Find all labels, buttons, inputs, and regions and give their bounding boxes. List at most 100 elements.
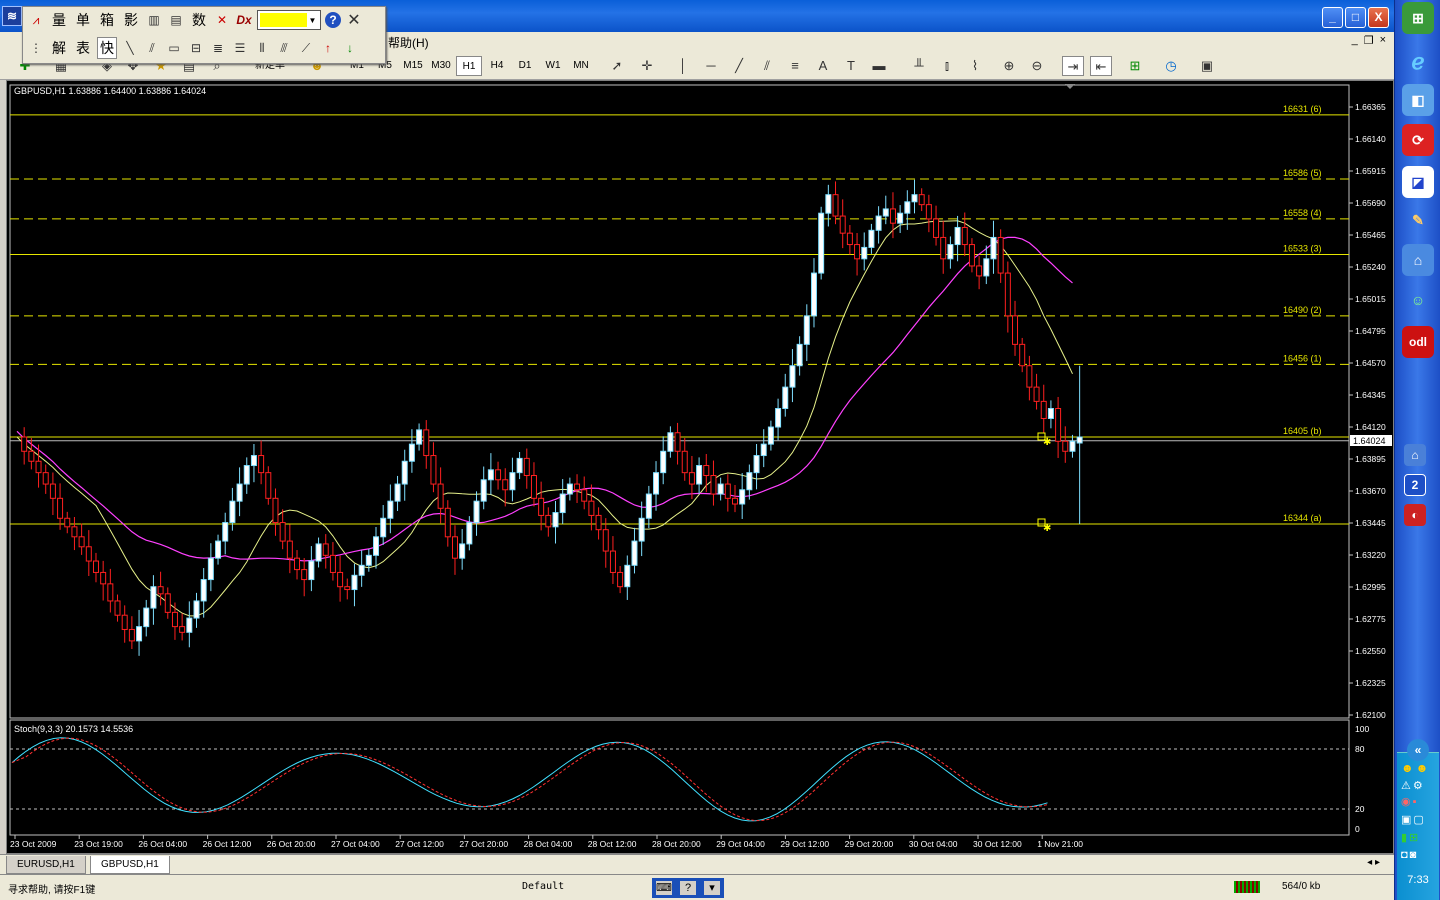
app5-icon[interactable]: ✎ [1402,204,1434,236]
stoch-scale-label: 100 [1355,724,1369,734]
msn-icon[interactable]: ☺ [1402,284,1434,316]
mdi-minimize-button[interactable]: _ [1352,34,1358,47]
arrow-down-icon[interactable]: ↓ [341,39,359,57]
chart-shift-icon[interactable]: ⇤ [1090,56,1112,76]
rect-icon[interactable]: ▭ [165,39,183,57]
candle-body [846,232,853,246]
tf-h4[interactable]: H4 [484,56,510,76]
line-chart-icon[interactable]: ⌇ [964,56,986,76]
mdi-close-button[interactable]: × [1380,34,1386,47]
level-label: 16631 (6) [1283,104,1322,114]
color-picker[interactable]: ▼ [257,10,321,30]
fibo-tool-icon[interactable]: ≡ [784,56,806,76]
bars2-icon[interactable]: ▤ [167,11,185,29]
tf-mn[interactable]: MN [568,56,594,76]
tray-expand-icon[interactable]: « [1407,739,1429,761]
ft-btn-3[interactable]: 箱 [97,10,117,30]
ft-btn-7[interactable]: 表 [73,38,93,58]
minimize-button[interactable]: _ [1322,7,1343,28]
arrows-icon[interactable]: ▬ [868,56,890,76]
maximize-button[interactable]: □ [1345,7,1366,28]
templates-icon[interactable]: ▣ [1196,56,1218,76]
app9-icon[interactable]: ◐ [1404,504,1426,526]
tf-h1[interactable]: H1 [456,56,482,76]
zoom-in-icon[interactable]: ⊕ [998,56,1020,76]
price-tick-label: 1.63445 [1355,518,1386,528]
indicators-icon[interactable]: ⊞ [1124,56,1146,76]
candle-body [487,469,494,481]
tray-icons-3[interactable]: ▣▢ [1401,813,1426,826]
ime-help-icon[interactable]: ? [680,881,696,895]
line-icon[interactable]: ╲ [121,39,139,57]
keyboard-icon[interactable]: ⌨ [656,881,672,895]
trendline-icon[interactable]: ╱ [728,56,750,76]
tab-gbpusd[interactable]: GBPUSD,H1 [90,856,170,874]
app2-icon[interactable]: ◧ [1402,84,1434,116]
app3-icon[interactable]: ⟳ [1402,124,1434,156]
wave-icon[interactable]: ⩘ [27,11,45,29]
candle-chart-icon[interactable]: ⫾ [936,56,958,76]
help-icon[interactable]: ? [325,12,341,28]
autoscroll-icon[interactable]: ⇥ [1062,56,1084,76]
start-icon[interactable]: ⊞ [1402,2,1434,34]
parallel-icon[interactable]: ⫽ [143,39,161,57]
candle-body [387,500,394,519]
equidistant-icon[interactable]: ⫽ [756,56,778,76]
app4-icon[interactable]: ◪ [1402,166,1434,198]
cycles-icon[interactable]: ⦀ [253,39,271,57]
ft-btn-5[interactable]: 数 [189,10,209,30]
ft-btn-8[interactable]: 快 [97,37,117,59]
bars-icon[interactable]: ▥ [145,11,163,29]
tf-w1[interactable]: W1 [540,56,566,76]
tf-d1[interactable]: D1 [512,56,538,76]
arrow-up-icon[interactable]: ↑ [319,39,337,57]
fan-icon[interactable]: ⟋ [297,39,315,57]
tray-icons-4[interactable]: ▮⊞ [1401,831,1420,844]
tf-m15[interactable]: M15 [400,56,426,76]
ft-btn-1[interactable]: 量 [49,10,69,30]
gann-icon[interactable]: ⫻ [275,39,293,57]
label-tool-button[interactable]: T [840,56,862,76]
tray-icons-5[interactable]: ◘◙ [1401,849,1418,861]
ie-icon[interactable]: ℯ [1402,46,1434,78]
vline-icon[interactable]: │ [672,56,694,76]
float-close-icon[interactable]: ✕ [345,11,363,29]
mdi-restore-button[interactable]: ❐ [1364,34,1374,47]
time-tick-label: 23 Oct 19:00 [74,839,123,849]
ime-toolbar[interactable]: ⌨ ? ▾ [652,878,724,898]
ft-btn-6[interactable]: 解 [49,38,69,58]
tf-m30[interactable]: M30 [428,56,454,76]
app7-icon[interactable]: ⌂ [1404,444,1426,466]
crosshair-icon[interactable]: ✛ [636,56,658,76]
close-button[interactable]: X [1368,7,1389,28]
status-traffic: 564/0 kb [1282,881,1321,892]
tab-scroll-arrows[interactable]: ◂ ▸ [1367,857,1380,868]
menu-help[interactable]: 帮助(H) [388,34,429,51]
bar-chart-icon[interactable]: ╨ [908,56,930,76]
candle-body [78,536,85,548]
fibo-icon[interactable]: ≣ [209,39,227,57]
time-tick-label: 28 Oct 12:00 [588,839,637,849]
levels-icon[interactable]: ☰ [231,39,249,57]
hline-icon[interactable]: ─ [700,56,722,76]
app6-icon[interactable]: ⌂ [1402,244,1434,276]
candle-body [229,500,236,524]
cursor-icon[interactable]: ➚ [606,56,628,76]
channel-icon[interactable]: ⊟ [187,39,205,57]
chart-canvas[interactable]: GBPUSD,H1 1.63886 1.64400 1.63886 1.6402… [7,81,1393,853]
tray-icons-2[interactable]: ◉▪ [1401,795,1419,808]
odl-icon[interactable]: odl [1402,326,1434,358]
ft-btn-2[interactable]: 单 [73,10,93,30]
app8-icon[interactable]: 2 [1404,474,1426,496]
periodicity-icon[interactable]: ◷ [1160,56,1182,76]
ft-btn-4[interactable]: 影 [121,10,141,30]
dx-button[interactable]: Dx [235,11,253,29]
tab-eurusd[interactable]: EURUSD,H1 [6,856,86,874]
ime-menu-icon[interactable]: ▾ [704,881,720,895]
zoom-out-icon[interactable]: ⊖ [1026,56,1048,76]
cross-icon[interactable]: ✕ [213,11,231,29]
chart-window[interactable]: GBPUSD,H1 1.63886 1.64400 1.63886 1.6402… [6,80,1394,854]
qq-icon[interactable]: ☻☻ [1401,761,1430,775]
tray-icons-1[interactable]: ⚠⚙ [1401,779,1425,792]
text-tool-button[interactable]: A [812,56,834,76]
